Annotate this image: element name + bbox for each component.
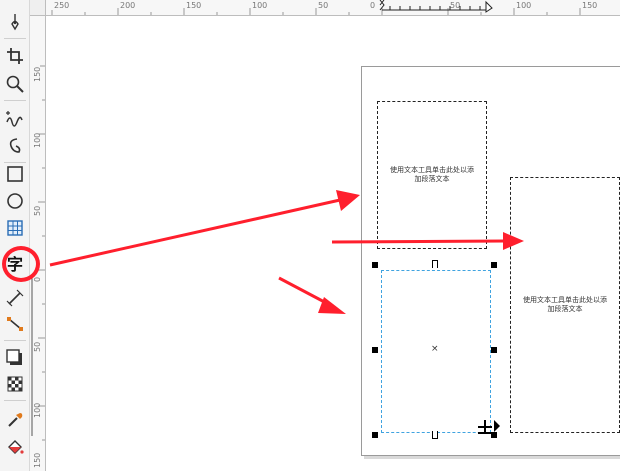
transparency-tool[interactable] (3, 372, 27, 396)
crop-icon (7, 48, 23, 64)
magnifier-icon (6, 75, 24, 93)
ruler-label: 100 (516, 1, 532, 10)
center-marker: × (431, 344, 439, 354)
pick-tool[interactable] (3, 10, 27, 34)
table-tool[interactable] (3, 216, 27, 240)
resize-handle[interactable] (491, 262, 497, 268)
drop-shadow-tool[interactable] (3, 346, 27, 370)
ruler-label: 150 (582, 1, 598, 10)
pointer-icon (11, 14, 19, 31)
resize-handle[interactable] (491, 347, 497, 353)
ruler-label: 50 (33, 341, 42, 352)
brush-curve-icon (9, 138, 21, 153)
dimension-icon (6, 289, 24, 307)
resize-handle[interactable] (372, 432, 378, 438)
frame-placeholder-text: 使用文本工具单击此处以添加段落文本 (390, 166, 474, 183)
ruler-label: 50 (450, 1, 461, 10)
ruler-label: 100 (33, 132, 42, 148)
ruler-origin[interactable] (30, 0, 46, 16)
ruler-label: 150 (33, 452, 42, 468)
eyedropper-icon (8, 413, 23, 427)
dimension-tool[interactable] (3, 286, 27, 310)
ellipse-tool[interactable] (3, 189, 27, 213)
ruler-label: 50 (318, 1, 329, 10)
freehand-icon (6, 111, 23, 127)
ruler-label: 200 (120, 1, 136, 10)
toolbox: 字 (0, 0, 30, 471)
rectangle-icon (7, 166, 23, 182)
drop-shadow-icon (6, 349, 22, 365)
ruler-label: 50 (33, 205, 42, 216)
paragraph-text-frame[interactable]: 使用文本工具单击此处以添加段落文本 (377, 101, 487, 249)
ruler-label: 150 (33, 66, 42, 82)
ellipse-icon (7, 193, 23, 209)
resize-handle[interactable] (372, 262, 378, 268)
ruler-label: 250 (54, 1, 70, 10)
artistic-media-tool[interactable] (3, 134, 27, 158)
zoom-tool[interactable] (3, 72, 27, 96)
paint-bucket-icon (8, 440, 24, 454)
fill-tool[interactable] (3, 436, 27, 460)
table-grid-icon (7, 220, 23, 236)
ruler-label: 100 (33, 402, 42, 418)
paragraph-text-frame[interactable]: 使用文本工具单击此处以添加段落文本 (510, 177, 620, 433)
eyedropper-tool[interactable] (3, 408, 27, 432)
checker-icon (7, 376, 23, 392)
rectangle-tool[interactable] (3, 162, 27, 186)
connector-icon (7, 317, 23, 331)
resize-handle[interactable] (372, 347, 378, 353)
resize-handle[interactable] (491, 432, 497, 438)
document-page[interactable]: 使用文本工具单击此处以添加段落文本 使用文本工具单击此处以添加段落文本 (361, 66, 620, 456)
text-flow-tab-top[interactable] (432, 260, 438, 268)
ruler-label: 0 (370, 1, 376, 10)
ruler-label: 150 (186, 1, 202, 10)
highlight-circle (2, 246, 40, 282)
text-flow-tab-bottom[interactable] (432, 431, 438, 439)
ruler-label: 0 (33, 276, 42, 282)
frame-placeholder-text: 使用文本工具单击此处以添加段落文本 (523, 296, 607, 313)
horizontal-ruler[interactable]: 250 200 150 100 50 0 50 100 150 (30, 0, 620, 16)
ruler-label: 100 (252, 1, 268, 10)
connector-tool[interactable] (3, 312, 27, 336)
freehand-tool[interactable] (3, 106, 27, 130)
crop-tool[interactable] (3, 44, 27, 68)
vertical-ruler[interactable]: 150 100 50 0 50 100 150 (30, 16, 46, 471)
